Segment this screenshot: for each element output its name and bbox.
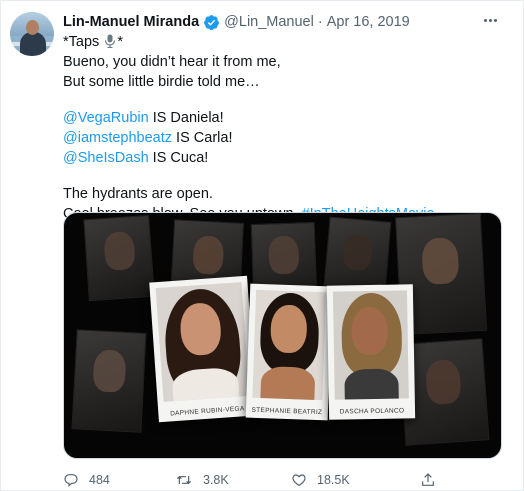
tweet-date[interactable]: Apr 16, 2019 [327, 14, 410, 30]
mention-sheisdash[interactable]: @SheIsDash [63, 150, 149, 166]
like-button[interactable]: 18.5K [291, 471, 350, 489]
author-handle[interactable]: @Lin_Manuel [224, 14, 314, 30]
separator-dot: · [317, 14, 323, 30]
share-button[interactable] [420, 471, 446, 489]
text-line-3: But some little birdie told me… [63, 74, 260, 90]
author-name[interactable]: Lin-Manuel Miranda [63, 14, 199, 30]
more-options-icon[interactable] [479, 11, 501, 29]
heart-icon [292, 474, 306, 487]
share-icon [422, 473, 434, 486]
cast-photo-daphne: DAPHNE RUBIN-VEGA [149, 275, 257, 423]
tweet-actions: 484 3.8K 18.5K [63, 471, 503, 489]
cast-photo-stephanie: STEPHANIE BEATRIZ [245, 283, 333, 421]
reply-count: 484 [89, 473, 110, 487]
retweet-count: 3.8K [203, 473, 229, 487]
cast-photo-dascha: DASCHA POLANCO [326, 284, 416, 420]
text-line-taps: *Taps * [63, 34, 123, 50]
tweet-media-image[interactable]: DAPHNE RUBIN-VEGA STEPHANIE BEATRIZ DASC… [63, 212, 502, 459]
microphone-icon [105, 34, 116, 48]
caption-daphne: DAPHNE RUBIN-VEGA [169, 405, 245, 418]
text-line-7: The hydrants are open. [63, 186, 213, 202]
caption-stephanie: STEPHANIE BEATRIZ [251, 406, 323, 417]
tweet-header: Lin-Manuel Miranda @Lin_Manuel · Apr 16,… [63, 13, 410, 31]
caption-dascha: DASCHA POLANCO [339, 407, 405, 416]
retweet-button[interactable]: 3.8K [175, 471, 229, 489]
mention-vegarubin[interactable]: @VegaRubin [63, 110, 149, 126]
retweet-icon [176, 475, 192, 485]
tweet-text: *Taps * Bueno, you didn’t hear it from m… [63, 32, 503, 224]
reply-icon [64, 474, 78, 487]
verified-badge-icon [204, 14, 220, 30]
author-avatar[interactable] [10, 12, 54, 56]
text-line-2: Bueno, you didn’t hear it from me, [63, 54, 281, 70]
mention-iamstephbeatz[interactable]: @iamstephbeatz [63, 130, 172, 146]
tweet-card[interactable]: Lin-Manuel Miranda @Lin_Manuel · Apr 16,… [0, 0, 524, 491]
reply-button[interactable]: 484 [63, 471, 110, 489]
like-count: 18.5K [317, 473, 350, 487]
